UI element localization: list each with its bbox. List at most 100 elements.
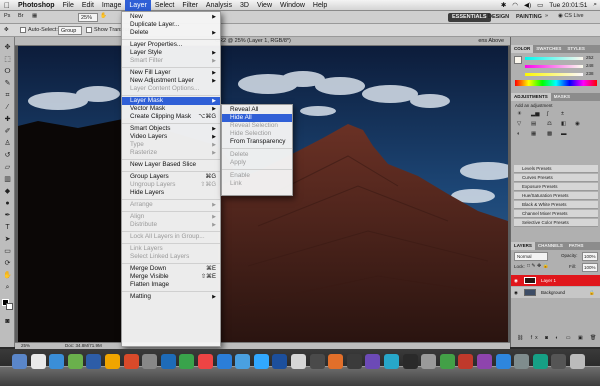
gradient-map-icon[interactable]: ▬ — [561, 131, 567, 137]
menu-view[interactable]: View — [253, 0, 276, 11]
tab-color[interactable]: COLOR — [511, 45, 534, 53]
layer-menu-item-merge-down[interactable]: Merge Down ⌘E — [122, 265, 220, 273]
workspace-design[interactable]: DESIGN — [484, 13, 513, 22]
brush-tool-icon[interactable]: ✐ — [2, 127, 13, 136]
levels-icon[interactable]: ▂▅ — [531, 111, 539, 117]
green-slider[interactable] — [525, 65, 583, 68]
preset-channel-mixer[interactable]: Channel Mixer Presets — [514, 210, 598, 218]
type-tool-icon[interactable]: T — [2, 223, 13, 232]
menu-photoshop[interactable]: Photoshop — [14, 0, 59, 11]
menu-image[interactable]: Image — [98, 0, 125, 11]
threshold-icon[interactable]: ▩ — [547, 131, 552, 137]
blue-slider[interactable] — [525, 73, 583, 76]
layer-menu-item-delete[interactable]: Delete ▶ — [122, 29, 220, 37]
workspace-painting[interactable]: PAINTING — [512, 13, 546, 22]
layer-menu-item-layer-style[interactable]: Layer Style ▶ — [122, 49, 220, 57]
apple-icon[interactable]:  — [0, 1, 14, 10]
menu-select[interactable]: Select — [151, 0, 178, 11]
cs-live-button[interactable]: ◉ CS Live — [558, 13, 584, 19]
document-tab[interactable]: CR2 @ 25% (Layer 1, RGB/8*) ens Above — [15, 37, 510, 46]
quick-mask-icon[interactable]: ◙ — [2, 317, 13, 326]
menu-3d[interactable]: 3D — [236, 0, 253, 11]
mail-icon[interactable] — [49, 354, 65, 369]
preset-levels[interactable]: Levels Presets — [514, 165, 598, 173]
excel-icon[interactable] — [402, 354, 418, 369]
visibility-eye-icon[interactable]: ◉ — [514, 287, 518, 298]
preset-selective-color[interactable]: Selective Color Presets — [514, 219, 598, 227]
wifi-icon[interactable]: ◠ — [509, 1, 521, 9]
healing-tool-icon[interactable]: ✚ — [2, 115, 13, 124]
tab-paths[interactable]: PATHS — [566, 242, 587, 250]
preset-hue-saturation[interactable]: Hue/Saturation Presets — [514, 192, 598, 200]
layer-menu-item-flatten-image[interactable]: Flatten Image — [122, 281, 220, 289]
tab-styles[interactable]: STYLES — [564, 45, 588, 53]
dropbox-icon[interactable] — [495, 354, 511, 369]
activity-monitor-icon[interactable] — [346, 354, 362, 369]
system-preferences-icon[interactable] — [160, 354, 176, 369]
marquee-tool-icon[interactable]: ⬚ — [2, 55, 13, 64]
preset-curves[interactable]: Curves Presets — [514, 174, 598, 182]
ical-icon[interactable] — [86, 354, 102, 369]
layer-row-background[interactable]: ◉ Background 🔒 — [511, 287, 600, 298]
eyedropper-tool-icon[interactable]: ⁄ — [2, 103, 13, 112]
gradient-tool-icon[interactable]: ▥ — [2, 175, 13, 184]
tab-swatches[interactable]: SWATCHES — [533, 45, 564, 53]
layer-menu-item-new-layer-based-slice[interactable]: New Layer Based Slice — [122, 161, 220, 169]
preview-icon[interactable] — [142, 354, 158, 369]
posterize-icon[interactable]: ▦ — [531, 131, 536, 137]
move-tool-icon[interactable]: ✥ — [2, 43, 13, 52]
auto-select-dropdown[interactable]: Group — [58, 26, 82, 35]
volume-icon[interactable]: ◀) — [521, 1, 534, 9]
safari-icon[interactable] — [30, 354, 46, 369]
menu-filter[interactable]: Filter — [178, 0, 202, 11]
history-brush-tool-icon[interactable]: ↺ — [2, 151, 13, 160]
tab-masks[interactable]: MASKS — [551, 93, 573, 101]
chrome-icon[interactable] — [365, 354, 381, 369]
menu-analysis[interactable]: Analysis — [202, 0, 236, 11]
menu-help[interactable]: Help — [309, 0, 331, 11]
layer-menu-item-new-fill-layer[interactable]: New Fill Layer ▶ — [122, 69, 220, 77]
photo-filter-icon[interactable]: ◉ — [575, 121, 580, 127]
brightness-icon[interactable]: ☀ — [517, 111, 522, 117]
red-slider[interactable] — [525, 57, 583, 60]
tab-adjustments[interactable]: ADJUSTMENTS — [511, 93, 551, 101]
battery-icon[interactable]: ▭ — [534, 1, 546, 9]
zoom-select[interactable]: 25% — [78, 13, 98, 22]
workspace-more[interactable]: » — [545, 13, 548, 19]
facetime-icon[interactable] — [179, 354, 195, 369]
menu-window[interactable]: Window — [276, 0, 309, 11]
color-swatch[interactable] — [514, 56, 522, 64]
app-store-icon[interactable] — [216, 354, 232, 369]
stamp-tool-icon[interactable]: ♙ — [2, 139, 13, 148]
spotify-icon[interactable] — [477, 354, 492, 369]
hand-tool-icon[interactable]: ✋ — [2, 271, 13, 280]
blur-tool-icon[interactable]: ◆ — [2, 187, 13, 196]
color-ramp[interactable] — [515, 80, 597, 86]
dodge-tool-icon[interactable]: ● — [2, 199, 13, 208]
layer-menu-item-layer-mask[interactable]: Layer Mask ▶ — [122, 97, 220, 105]
layer-row-layer-1[interactable]: ◉ Layer 1 — [511, 275, 600, 286]
preset-exposure[interactable]: Exposure Presets — [514, 183, 598, 191]
firefox-icon[interactable] — [328, 354, 344, 369]
word-icon[interactable] — [384, 354, 399, 369]
layer-menu-item-smart-objects[interactable]: Smart Objects ▶ — [122, 125, 220, 133]
curves-icon[interactable]: ∫ — [547, 111, 549, 117]
evernote-icon[interactable] — [439, 354, 455, 369]
green-value[interactable]: 248 — [586, 63, 594, 68]
terminal-icon[interactable] — [309, 354, 325, 369]
applications-icon[interactable] — [551, 354, 567, 369]
layer-menu-item-new[interactable]: New ▶ — [122, 13, 220, 21]
submenu-item-hide-all[interactable]: Hide All — [222, 114, 292, 122]
lock-icons[interactable]: □ ✎ ✥ 🔒 — [527, 263, 549, 269]
layer-menu-item-vector-mask[interactable]: Vector Mask ▶ — [122, 105, 220, 113]
tab-layers[interactable]: LAYERS — [511, 242, 535, 250]
zoom-tool-icon[interactable]: ⌕ — [2, 283, 13, 292]
vlc-icon[interactable] — [458, 354, 474, 369]
layer-menu-item-merge-visible[interactable]: Merge Visible ⇧⌘E — [122, 273, 220, 281]
menu-file[interactable]: File — [59, 0, 78, 11]
layer-menu-item-layer-properties[interactable]: Layer Properties... — [122, 41, 220, 49]
fill-input[interactable]: 100% — [582, 263, 598, 272]
layer-menu-item-hide-layers[interactable]: Hide Layers — [122, 189, 220, 197]
layer-menu-item-matting[interactable]: Matting ▶ — [122, 293, 220, 301]
black-white-icon[interactable]: ◧ — [561, 121, 566, 127]
